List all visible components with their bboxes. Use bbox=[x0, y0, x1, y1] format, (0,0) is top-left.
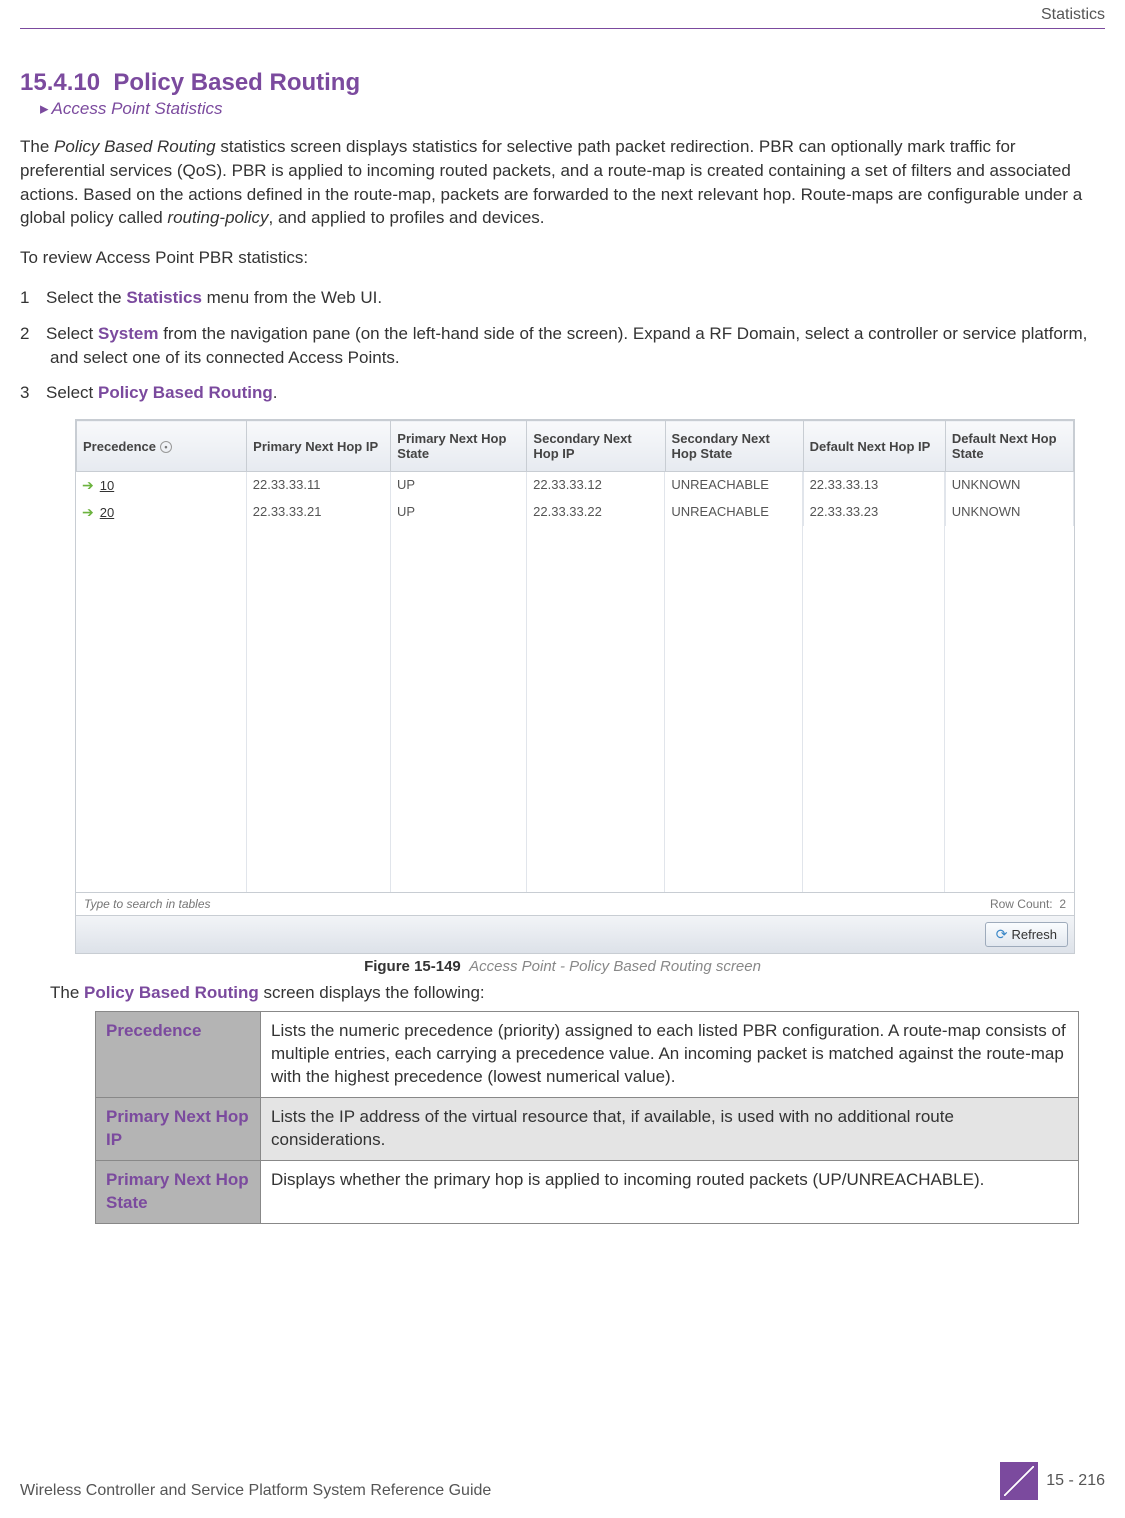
figure-desc: Access Point - Policy Based Routing scre… bbox=[469, 958, 761, 975]
step-3: 3Select Policy Based Routing. bbox=[20, 381, 1105, 405]
term-routing-policy: routing-policy bbox=[167, 208, 268, 227]
precedence-link[interactable]: 20 bbox=[100, 505, 114, 520]
desc-label: Primary Next Hop IP bbox=[96, 1097, 261, 1160]
breadcrumb[interactable]: Access Point Statistics bbox=[40, 99, 1105, 119]
cell-secondary-ip: 22.33.33.22 bbox=[527, 499, 665, 526]
figure-label: Figure 15-149 bbox=[364, 958, 461, 975]
steps-list: 1Select the Statistics menu from the Web… bbox=[20, 286, 1105, 405]
menu-statistics: Statistics bbox=[126, 288, 202, 307]
guide-title: Wireless Controller and Service Platform… bbox=[20, 1482, 491, 1500]
cell-default-state: UNKNOWN bbox=[945, 472, 1073, 499]
precedence-link[interactable]: 10 bbox=[100, 478, 114, 493]
text: screen displays the following: bbox=[259, 983, 485, 1002]
menu-pbr: Policy Based Routing bbox=[98, 383, 273, 402]
text: Select bbox=[46, 324, 98, 343]
col-default-state[interactable]: Default Next Hop State bbox=[945, 421, 1073, 472]
row-count-value: 2 bbox=[1059, 897, 1066, 911]
arrow-icon: ➔ bbox=[82, 477, 94, 493]
col-primary-ip[interactable]: Primary Next Hop IP bbox=[247, 421, 391, 472]
section-name: Policy Based Routing bbox=[113, 69, 360, 96]
cell-default-state: UNKNOWN bbox=[945, 499, 1073, 526]
desc-text: Displays whether the primary hop is appl… bbox=[261, 1160, 1079, 1223]
col-precedence[interactable]: Precedence • bbox=[77, 421, 247, 472]
desc-row-precedence: Precedence Lists the numeric precedence … bbox=[96, 1011, 1079, 1097]
arrow-icon: ➔ bbox=[82, 504, 94, 520]
desc-row-primary-ip: Primary Next Hop IP Lists the IP address… bbox=[96, 1097, 1079, 1160]
pbr-table-header: Precedence • Primary Next Hop IP Primary … bbox=[76, 420, 1074, 472]
button-bar: ⟳ Refresh bbox=[76, 915, 1074, 953]
row-count: Row Count: 2 bbox=[990, 897, 1066, 911]
table-footer: Row Count: 2 bbox=[76, 892, 1074, 915]
step-number: 2 bbox=[20, 322, 46, 346]
col-secondary-ip[interactable]: Secondary Next Hop IP bbox=[527, 421, 665, 472]
cell-secondary-state: UNREACHABLE bbox=[665, 499, 803, 526]
chapter-header: Statistics bbox=[20, 0, 1105, 29]
col-label: Precedence bbox=[83, 439, 156, 454]
step-1: 1Select the Statistics menu from the Web… bbox=[20, 286, 1105, 310]
cell-default-ip: 22.33.33.23 bbox=[803, 499, 945, 526]
cell-primary-ip: 22.33.33.11 bbox=[246, 472, 390, 499]
refresh-icon: ⟳ bbox=[996, 926, 1008, 943]
intro-paragraph-2: To review Access Point PBR statistics: bbox=[20, 246, 1105, 270]
step-number: 1 bbox=[20, 286, 46, 310]
table-row[interactable]: ➔ 10 22.33.33.11 UP 22.33.33.12 UNREACHAB… bbox=[76, 472, 1074, 499]
desc-text: Lists the numeric precedence (priority) … bbox=[261, 1011, 1079, 1097]
cell-primary-state: UP bbox=[390, 472, 526, 499]
intro-paragraph-1: The Policy Based Routing statistics scre… bbox=[20, 135, 1105, 230]
section-title: 15.4.10 Policy Based Routing bbox=[20, 69, 1105, 97]
screenshot-figure: Precedence • Primary Next Hop IP Primary … bbox=[75, 419, 1075, 954]
slash-icon bbox=[1000, 1462, 1038, 1500]
search-input[interactable] bbox=[84, 897, 334, 911]
section-number: 15.4.10 bbox=[20, 69, 100, 96]
text: The bbox=[20, 137, 54, 156]
col-primary-state[interactable]: Primary Next Hop State bbox=[391, 421, 527, 472]
desc-text: Lists the IP address of the virtual reso… bbox=[261, 1097, 1079, 1160]
text: , and applied to profiles and devices. bbox=[269, 208, 545, 227]
text: from the navigation pane (on the left-ha… bbox=[50, 324, 1087, 367]
cell-default-ip: 22.33.33.13 bbox=[803, 472, 945, 499]
step-number: 3 bbox=[20, 381, 46, 405]
page-footer: Wireless Controller and Service Platform… bbox=[20, 1462, 1105, 1500]
desc-label: Precedence bbox=[96, 1011, 261, 1097]
row-count-label: Row Count: bbox=[990, 897, 1053, 911]
cell-secondary-ip: 22.33.33.12 bbox=[527, 472, 665, 499]
screen-name: Policy Based Routing bbox=[84, 983, 259, 1002]
text: The bbox=[50, 983, 84, 1002]
refresh-label: Refresh bbox=[1011, 927, 1057, 942]
page-number: 15 - 216 bbox=[1046, 1472, 1105, 1490]
cell-secondary-state: UNREACHABLE bbox=[665, 472, 803, 499]
sort-icon[interactable]: • bbox=[160, 441, 172, 453]
refresh-button[interactable]: ⟳ Refresh bbox=[985, 922, 1068, 947]
col-secondary-state[interactable]: Secondary Next Hop State bbox=[665, 421, 803, 472]
desc-intro: The Policy Based Routing screen displays… bbox=[50, 981, 1105, 1005]
figure-caption: Figure 15-149 Access Point - Policy Base… bbox=[20, 958, 1105, 975]
text: Select the bbox=[46, 288, 126, 307]
desc-label: Primary Next Hop State bbox=[96, 1160, 261, 1223]
table-row[interactable]: ➔ 20 22.33.33.21 UP 22.33.33.22 UNREACHAB… bbox=[76, 499, 1074, 526]
step-2: 2Select System from the navigation pane … bbox=[20, 322, 1105, 370]
text: menu from the Web UI. bbox=[202, 288, 382, 307]
col-default-ip[interactable]: Default Next Hop IP bbox=[803, 421, 945, 472]
description-table: Precedence Lists the numeric precedence … bbox=[95, 1011, 1079, 1224]
cell-primary-state: UP bbox=[390, 499, 526, 526]
desc-row-primary-state: Primary Next Hop State Displays whether … bbox=[96, 1160, 1079, 1223]
page-number-wrap: 15 - 216 bbox=[1000, 1462, 1105, 1500]
menu-system: System bbox=[98, 324, 158, 343]
cell-primary-ip: 22.33.33.21 bbox=[246, 499, 390, 526]
text: Select bbox=[46, 383, 98, 402]
pbr-table-body: ➔ 10 22.33.33.11 UP 22.33.33.12 UNREACHAB… bbox=[76, 472, 1074, 526]
term-pbr: Policy Based Routing bbox=[54, 137, 216, 156]
text: . bbox=[273, 383, 278, 402]
